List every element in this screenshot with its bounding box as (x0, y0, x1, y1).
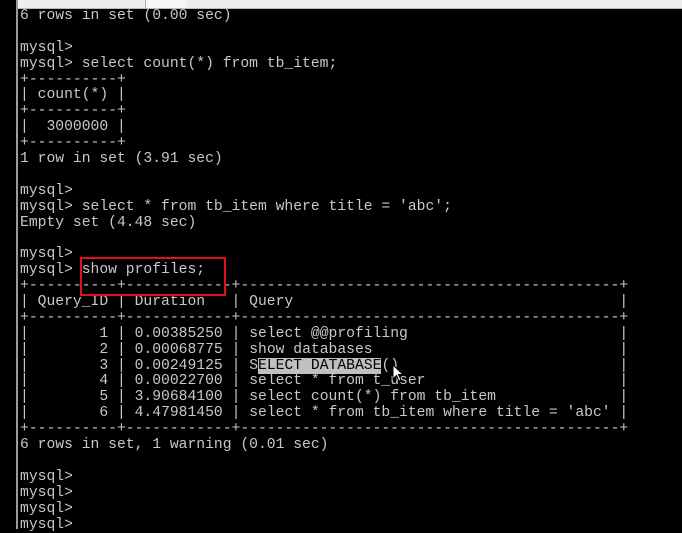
query-cell: show databases (249, 342, 372, 358)
terminal-line (20, 454, 628, 470)
query-cell: select @@profiling (249, 326, 408, 342)
table-header: | Query_ID | Duration | Query | (20, 295, 628, 311)
terminal-line: mysql> (20, 518, 628, 533)
mouse-cursor-icon (392, 364, 404, 382)
tab-divider (145, 0, 186, 8)
query-id-cell: 2 (99, 342, 108, 358)
cell-separator: | (611, 405, 629, 421)
cell-separator: | (20, 405, 99, 421)
prompt: mysql> (20, 262, 82, 278)
terminal-line: mysql> (20, 184, 628, 200)
duration-cell: 0.00249125 (135, 358, 223, 374)
cell-separator: | (108, 358, 134, 374)
terminal-line: | count(*) | (20, 88, 628, 104)
cell-separator: | (20, 326, 99, 342)
terminal-line: +----------+ (20, 104, 628, 120)
cell-separator: | (223, 342, 249, 358)
terminal-line: mysql> select count(*) from tb_item; (20, 57, 628, 73)
table-border: +----------+------------+---------------… (20, 311, 628, 327)
cell-separator: | (108, 405, 134, 421)
table-border: +----------+------------+---------------… (20, 422, 628, 438)
cell-separator: | (108, 373, 134, 389)
table-row: | 6 | 4.47981450 | select * from tb_item… (20, 406, 628, 422)
terminal-line: 6 rows in set, 1 warning (0.01 sec) (20, 438, 628, 454)
terminal-line: Empty set (4.48 sec) (20, 216, 628, 232)
cell-separator: | (223, 326, 249, 342)
duration-cell: 0.00068775 (135, 342, 223, 358)
terminal-line: 6 rows in set (0.00 sec) (20, 9, 628, 25)
query-cell: select count(*) from tb_item (249, 389, 496, 405)
duration-cell: 0.00385250 (135, 326, 223, 342)
cell-separator: | (399, 358, 628, 374)
cell-separator: | (20, 389, 99, 405)
query-id-cell: 4 (99, 373, 108, 389)
query-id-cell: 5 (99, 389, 108, 405)
terminal-line: +----------+ (20, 73, 628, 89)
query-id-cell: 1 (99, 326, 108, 342)
cell-separator: | (425, 373, 628, 389)
duration-cell: 0.00022700 (135, 373, 223, 389)
duration-cell: 3.90684100 (135, 389, 223, 405)
cell-separator: | (223, 358, 249, 374)
cell-separator: | (108, 342, 134, 358)
terminal-line: 1 row in set (3.91 sec) (20, 152, 628, 168)
table-row: | 4 | 0.00022700 | select * from t_user … (20, 374, 628, 390)
terminal-line: +----------+ (20, 136, 628, 152)
cell-separator: | (20, 342, 99, 358)
annotation-highlight-box (80, 257, 226, 296)
cell-separator: | (408, 326, 628, 342)
terminal-line: mysql> (20, 486, 628, 502)
query-cell: select * from tb_item where title = 'abc… (249, 405, 610, 421)
terminal-line (20, 231, 628, 247)
cell-separator: | (223, 373, 249, 389)
table-row: | 3 | 0.00249125 | SELECT DATABASE() | (20, 359, 628, 375)
cell-separator: | (20, 373, 99, 389)
duration-cell: 4.47981450 (135, 405, 223, 421)
window-left-border (16, 0, 18, 529)
cell-separator: | (223, 405, 249, 421)
terminal-line (20, 25, 628, 41)
cell-separator: | (20, 358, 99, 374)
terminal-line: mysql> (20, 41, 628, 57)
terminal-line: mysql> select * from tb_item where title… (20, 200, 628, 216)
query-id-cell: 3 (99, 358, 108, 374)
terminal-line (20, 168, 628, 184)
cell-separator: | (496, 389, 628, 405)
table-row: | 1 | 0.00385250 | select @@profiling | (20, 327, 628, 343)
cell-separator: | (108, 326, 134, 342)
terminal-line: mysql> (20, 470, 628, 486)
selected-text: ELECT DATABASE (258, 358, 381, 374)
query-cell: S (249, 358, 258, 374)
cell-separator: | (108, 389, 134, 405)
terminal-line: mysql> (20, 502, 628, 518)
cell-separator: | (373, 342, 629, 358)
table-row: | 2 | 0.00068775 | show databases | (20, 343, 628, 359)
table-row: | 5 | 3.90684100 | select count(*) from … (20, 390, 628, 406)
terminal-line: | 3000000 | (20, 120, 628, 136)
query-id-cell: 6 (99, 405, 108, 421)
cell-separator: | (223, 389, 249, 405)
